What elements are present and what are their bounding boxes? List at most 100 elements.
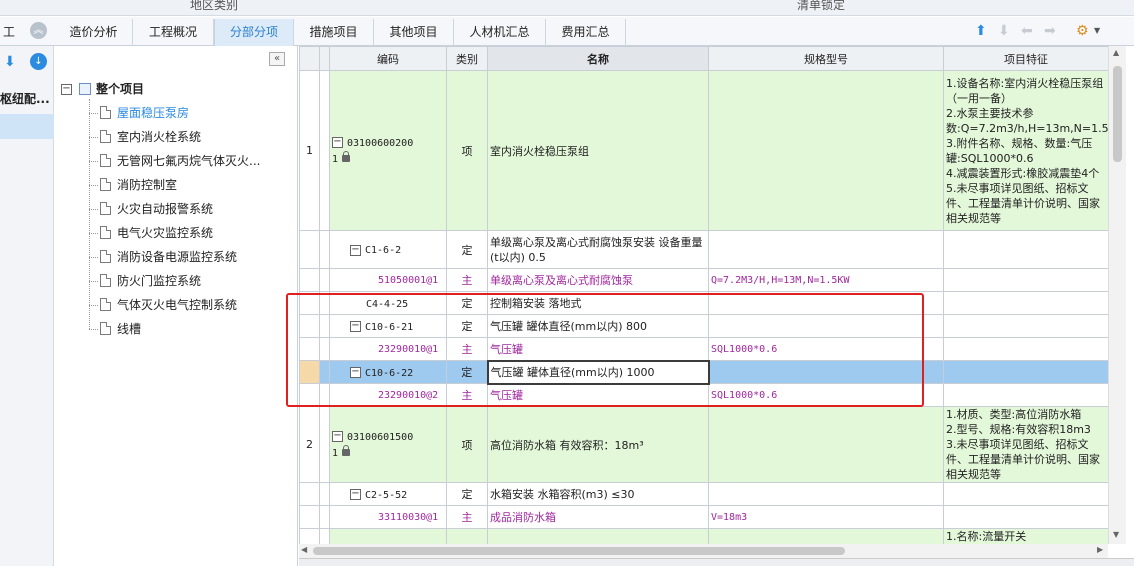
tab-other-items[interactable]: 其他项目 <box>374 19 454 46</box>
lock-icon <box>341 445 350 456</box>
scroll-right-icon[interactable]: ▶ <box>1097 545 1103 554</box>
code-cell[interactable]: −03100601500 1 <box>329 406 447 483</box>
collapse-icon[interactable]: − <box>350 489 361 500</box>
move-left-icon[interactable]: ⬅ <box>1021 23 1033 39</box>
scroll-left-icon[interactable]: ◀ <box>301 545 307 554</box>
tree-item-electrical-fire[interactable]: 电气火灾监控系统 <box>100 223 213 243</box>
header-name[interactable]: 名称 <box>487 46 709 71</box>
spec-cell[interactable]: V=18m3 <box>708 505 944 529</box>
header-spec[interactable]: 规格型号 <box>708 46 944 71</box>
collapse-panel-button[interactable]: « <box>269 52 285 66</box>
table-row[interactable]: 33110030@1 主 成品消防水箱 V=18m3 <box>299 505 1108 529</box>
feature-cell[interactable] <box>943 505 1108 529</box>
tree-item-cable-tray[interactable]: 线槽 <box>100 319 141 339</box>
table-row[interactable]: − C2-5-52 定 水箱安装 水箱容积(m3) ≤30 <box>299 482 1108 506</box>
feature-cell[interactable] <box>943 314 1108 338</box>
horizontal-scroll-thumb[interactable] <box>313 547 845 555</box>
tab-cost-analysis[interactable]: 造价分析 <box>55 19 133 46</box>
name-cell[interactable]: 室内消火栓稳压泵组 <box>487 70 709 231</box>
vertical-scroll-thumb[interactable] <box>1113 66 1122 162</box>
tree-item-fire-alarm[interactable]: 火灾自动报警系统 <box>100 199 213 219</box>
vertical-scrollbar[interactable]: ▲ ▼ <box>1108 46 1126 544</box>
spec-cell[interactable]: Q=7.2M3/H,H=13M,N=1.5KW <box>708 268 944 292</box>
document-icon <box>100 178 111 191</box>
name-cell[interactable] <box>487 528 709 544</box>
tab-project-overview[interactable]: 工程概况 <box>133 19 214 46</box>
name-cell[interactable]: 成品消防水箱 <box>487 505 709 529</box>
tree-item-hydrant-system[interactable]: 室内消火栓系统 <box>100 127 201 147</box>
table-row[interactable]: 51050001@1 主 单级离心泵及离心式耐腐蚀泵 Q=7.2M3/H,H=1… <box>299 268 1108 292</box>
arrow-down-icon[interactable]: ⬇ <box>4 54 16 70</box>
code-cell[interactable]: −03100600200 1 <box>329 70 447 231</box>
move-down-icon[interactable]: ⬇ <box>998 23 1010 39</box>
type-cell: 定 <box>446 482 488 506</box>
code-cell[interactable]: − C2-5-52 <box>329 482 447 506</box>
document-icon <box>100 298 111 311</box>
header-type[interactable]: 类别 <box>446 46 488 71</box>
header-feature[interactable]: 项目特征 <box>943 46 1108 71</box>
feature-cell[interactable]: 1.材质、类型:高位消防水箱 2.型号、规格:有效容积18m3 3.未尽事项详见… <box>943 406 1108 483</box>
highlight-box <box>286 293 924 407</box>
feature-cell[interactable]: 1.名称:流量开关 2.型号、规格:... <box>943 528 1108 544</box>
horizontal-scrollbar[interactable]: ◀ ▶ <box>299 544 1108 558</box>
move-right-icon[interactable]: ➡ <box>1044 23 1056 39</box>
code-cell[interactable]: 51050001@1 <box>329 268 447 292</box>
tree-item-gas-extinguishing[interactable]: 无管网七氟丙烷气体灭火... <box>100 151 260 171</box>
spec-cell[interactable] <box>708 406 944 483</box>
download-icon[interactable]: ↓ <box>30 53 47 70</box>
region-label: 地区类别 <box>190 0 239 12</box>
tree-item-pump-room[interactable]: 屋面稳压泵房 <box>100 103 190 123</box>
scroll-up-icon[interactable]: ▲ <box>1113 48 1119 57</box>
spec-cell[interactable] <box>708 482 944 506</box>
tree-collapse-icon[interactable]: − <box>61 84 72 95</box>
code-cell[interactable]: 33110030@1 <box>329 505 447 529</box>
header-gutter <box>319 46 330 71</box>
table-row[interactable]: 1 −03100600200 1 项 室内消火栓稳压泵组 1.设备名称:室内消火… <box>299 70 1108 231</box>
tree-item-fire-door[interactable]: 防火门监控系统 <box>100 271 201 291</box>
scroll-down-icon[interactable]: ▼ <box>1113 530 1119 539</box>
collapse-up-icon[interactable]: ︽ <box>30 22 47 39</box>
feature-cell[interactable] <box>943 230 1108 269</box>
name-cell[interactable]: 单级离心泵及离心式耐腐蚀泵 <box>487 268 709 292</box>
tab-labor-material-summary[interactable]: 人材机汇总 <box>454 19 546 46</box>
tree-item-gas-control[interactable]: 气体灭火电气控制系统 <box>100 295 237 315</box>
table-row[interactable]: 1.名称:流量开关 2.型号、规格:... <box>299 528 1108 544</box>
move-up-icon[interactable]: ⬆ <box>975 23 987 39</box>
grid-header-row: 编码 类别 名称 规格型号 项目特征 <box>299 46 1108 71</box>
dropdown-arrow-icon[interactable]: ▼ <box>1094 26 1100 35</box>
header-code[interactable]: 编码 <box>329 46 447 71</box>
name-cell[interactable]: 单级离心泵及离心式耐腐蚀泵安装 设备重量(t以内) 0.5 <box>487 230 709 269</box>
feature-cell[interactable] <box>943 383 1108 407</box>
tree-panel: « − 整个项目 屋面稳压泵房 室内消火栓系统 无管网七氟丙烷气体灭火... 消… <box>55 46 298 566</box>
collapse-icon[interactable]: − <box>332 431 343 442</box>
code-cell[interactable]: − C1-6-2 <box>329 230 447 269</box>
collapse-icon[interactable]: − <box>332 137 343 148</box>
feature-cell[interactable] <box>943 291 1108 315</box>
tree-item-control-room[interactable]: 消防控制室 <box>100 175 177 195</box>
name-cell[interactable]: 高位消防水箱 有效容积：18m³ <box>487 406 709 483</box>
tab-sub-items[interactable]: 分部分项 <box>214 19 294 47</box>
tab-measures[interactable]: 措施项目 <box>294 19 374 46</box>
left-col-selected[interactable] <box>0 114 54 139</box>
collapse-icon[interactable]: − <box>350 244 361 256</box>
left-col-label[interactable]: 枢纽配... <box>0 90 50 107</box>
spec-cell[interactable] <box>708 528 944 544</box>
spec-cell[interactable] <box>708 230 944 269</box>
feature-cell[interactable] <box>943 268 1108 292</box>
feature-cell[interactable] <box>943 360 1108 384</box>
tab-project[interactable]: 工程 <box>0 19 18 66</box>
tree-item-power-monitoring[interactable]: 消防设备电源监控系统 <box>100 247 237 267</box>
tab-cost-summary[interactable]: 费用汇总 <box>546 19 626 46</box>
table-row[interactable]: 2 −03100601500 1 项 高位消防水箱 有效容积：18m³ 1.材质… <box>299 406 1108 483</box>
table-row[interactable]: − C1-6-2 定 单级离心泵及离心式耐腐蚀泵安装 设备重量(t以内) 0.5 <box>299 230 1108 269</box>
name-cell[interactable]: 水箱安装 水箱容积(m3) ≤30 <box>487 482 709 506</box>
feature-cell[interactable] <box>943 337 1108 361</box>
feature-cell[interactable]: 1.设备名称:室内消火栓稳压泵组（一用一备） 2.水泵主要技术参数:Q=7.2m… <box>943 70 1108 231</box>
tree-root[interactable]: 整个项目 <box>79 79 144 99</box>
row-number: 1 <box>299 70 320 231</box>
code-cell[interactable] <box>329 528 447 544</box>
settings-icon[interactable]: ⚙ <box>1076 23 1089 39</box>
spec-cell[interactable] <box>708 70 944 231</box>
type-cell: 定 <box>446 230 488 269</box>
feature-cell[interactable] <box>943 482 1108 506</box>
